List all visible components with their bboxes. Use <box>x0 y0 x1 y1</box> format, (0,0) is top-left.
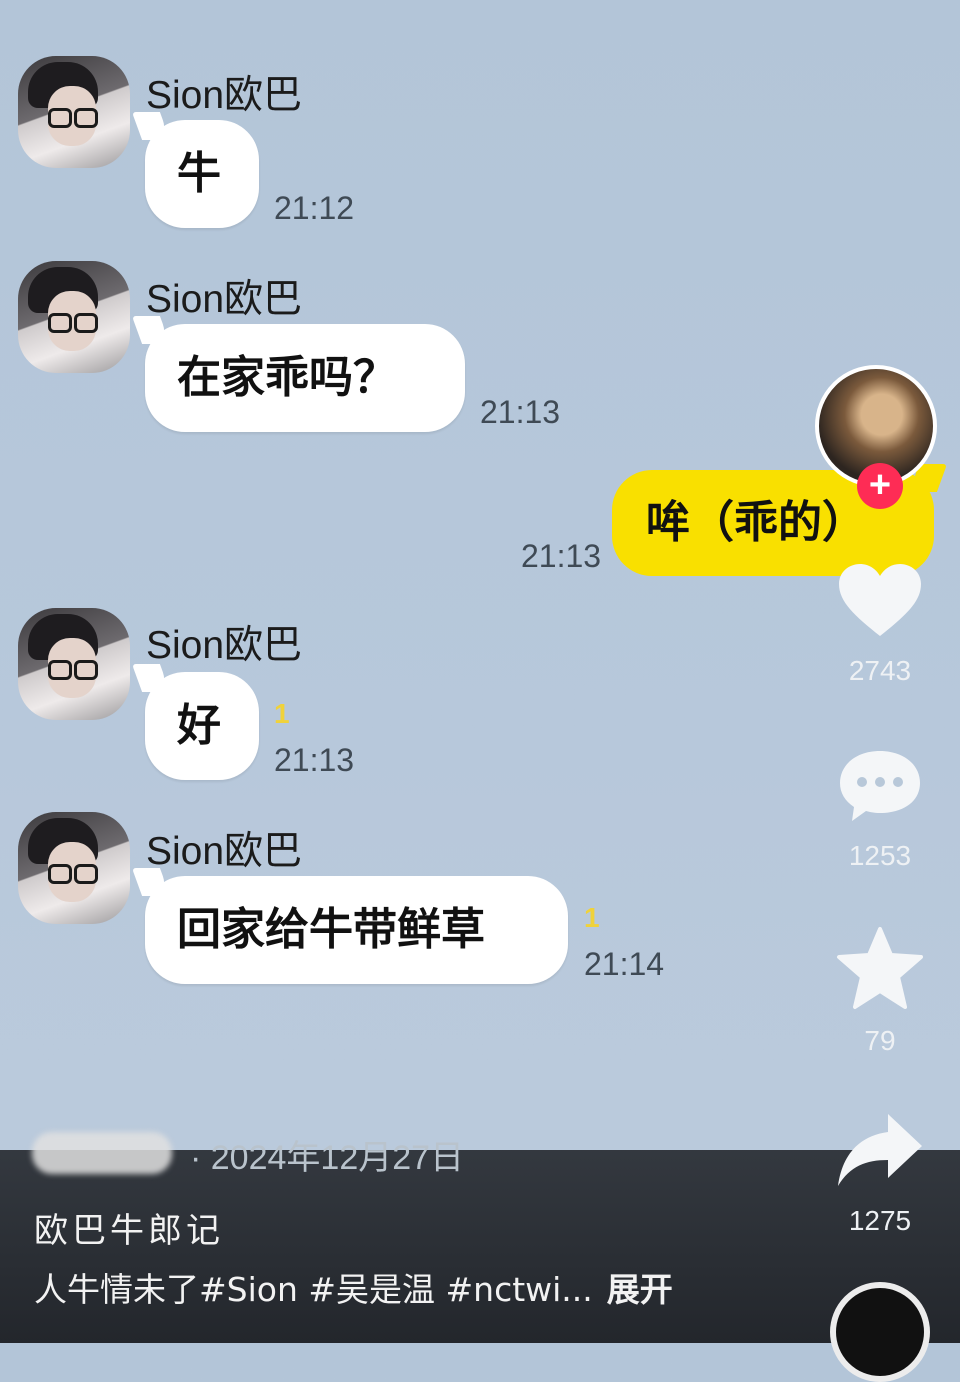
sender-name: Sion欧巴 <box>146 830 303 873</box>
sender-avatar[interactable] <box>18 56 130 168</box>
star-icon <box>837 927 923 1009</box>
post-date: · 2024年12月27日 <box>190 1139 465 1177</box>
message-time: 21:13 <box>521 538 602 574</box>
share-count: 1275 <box>848 1205 912 1236</box>
heart-icon <box>839 564 921 636</box>
share-arrow-icon <box>838 1114 922 1186</box>
sender-avatar[interactable] <box>18 608 130 720</box>
sender-avatar[interactable] <box>18 812 130 924</box>
message-time: 21:14 <box>584 946 665 982</box>
message-bubble[interactable]: 牛 <box>145 120 259 228</box>
sender-name: Sion欧巴 <box>146 278 303 321</box>
message-time: 21:12 <box>274 190 355 226</box>
unread-count: 1 <box>274 698 290 729</box>
message-time: 21:13 <box>274 742 355 778</box>
like-button[interactable] <box>830 560 930 644</box>
message-bubble[interactable]: 好 <box>145 672 259 780</box>
unread-count: 1 <box>584 902 600 933</box>
like-count: 2743 <box>848 655 912 686</box>
post-tags[interactable]: 人牛情未了#Sion #吴是温 #nctwi... <box>34 1270 593 1309</box>
expand-button[interactable]: 展开 <box>607 1270 673 1309</box>
author-name-blurred[interactable] <box>32 1132 172 1174</box>
sender-name: Sion欧巴 <box>146 624 303 667</box>
message-bubble[interactable]: 回家给牛带鲜草 <box>145 876 568 984</box>
post-caption: 人牛情未了#Sion #吴是温 #nctwi... 展开 <box>34 1263 673 1311</box>
sender-name: Sion欧巴 <box>146 74 303 117</box>
comment-button[interactable] <box>830 745 930 829</box>
sender-avatar[interactable] <box>18 261 130 373</box>
favorite-count: 79 <box>864 1025 896 1056</box>
comment-bubble-icon <box>840 751 920 821</box>
follow-button[interactable]: + <box>857 463 903 509</box>
share-button[interactable] <box>830 1110 930 1194</box>
post-title: 欧巴牛郎记 <box>34 1211 224 1251</box>
comment-count: 1253 <box>848 840 912 871</box>
favorite-button[interactable] <box>830 925 930 1015</box>
message-bubble[interactable]: 在家乖吗？ <box>145 324 465 432</box>
message-time: 21:13 <box>480 394 561 430</box>
music-disc-icon[interactable] <box>830 1282 930 1382</box>
